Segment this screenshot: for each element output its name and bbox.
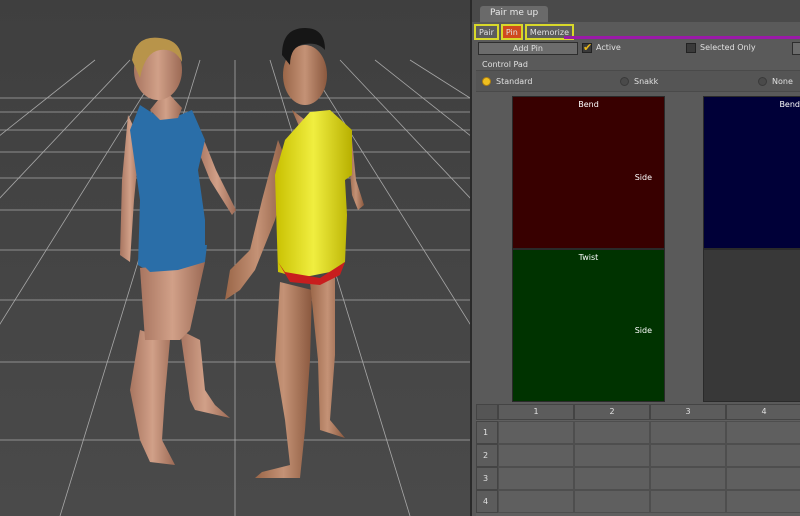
grid-col-header[interactable]: 1 <box>498 404 574 420</box>
grid-cell[interactable] <box>726 490 800 513</box>
grid-col-header[interactable]: 3 <box>650 404 726 420</box>
grid-row-header[interactable]: 1 <box>476 421 498 444</box>
control-pad-options: Standard Snakk None <box>476 70 800 92</box>
control-pad-area: Bend Side Bend Twist Side <box>476 94 800 402</box>
grid-cell[interactable] <box>726 421 800 444</box>
grid-row-header[interactable]: 4 <box>476 490 498 513</box>
mode-pin-button[interactable]: Pin <box>500 24 523 40</box>
add-pin-button[interactable]: Add Pin <box>478 42 578 55</box>
toolbar-extra-button[interactable] <box>792 42 800 55</box>
grid-cell[interactable] <box>650 467 726 490</box>
mode-pair-button[interactable]: Pair <box>474 24 499 40</box>
grid-cell[interactable] <box>498 467 574 490</box>
female-figure <box>120 37 236 465</box>
radio-standard[interactable] <box>482 77 491 86</box>
pair-me-up-panel: Pair me up Pair Pin Memorize Add Pin Act… <box>470 0 800 516</box>
3d-viewport[interactable] <box>0 0 470 516</box>
side-label-2: Side <box>634 326 652 335</box>
grid-row-header[interactable]: 3 <box>476 467 498 490</box>
grid-cell[interactable] <box>726 444 800 467</box>
radio-none-label: None <box>772 77 793 86</box>
side-label: Side <box>634 173 652 182</box>
bend-label-2: Bend <box>779 100 800 109</box>
twist-side-pad[interactable]: Twist Side <box>512 249 665 402</box>
viewport-scene <box>0 28 470 516</box>
accent-line <box>564 36 800 39</box>
pane-tab-bar: Pair me up <box>472 0 800 22</box>
mode-buttons: Pair Pin Memorize <box>474 24 576 40</box>
pin-toolbar: Add Pin Active Selected Only <box>474 41 800 56</box>
radio-snakk[interactable] <box>620 77 629 86</box>
bend-pad-2[interactable]: Bend <box>703 96 800 249</box>
active-label: Active <box>596 43 621 52</box>
grid-cell[interactable] <box>574 421 650 444</box>
twist-label: Twist <box>578 253 599 262</box>
empty-pad[interactable] <box>703 249 800 402</box>
pane-tab-pair-me-up[interactable]: Pair me up <box>480 6 549 22</box>
grid-cell[interactable] <box>650 421 726 444</box>
grid-cell[interactable] <box>574 490 650 513</box>
grid-cell[interactable] <box>574 467 650 490</box>
grid-cell[interactable] <box>650 444 726 467</box>
radio-standard-label: Standard <box>496 77 533 86</box>
grid-cell[interactable] <box>650 490 726 513</box>
grid-cell[interactable] <box>498 444 574 467</box>
grid-col-header[interactable]: 4 <box>726 404 800 420</box>
selected-only-checkbox[interactable] <box>686 43 696 53</box>
pin-grid: 1 2 3 4 1 2 3 4 <box>476 404 800 516</box>
grid-cell[interactable] <box>574 444 650 467</box>
grid-corner <box>476 404 498 420</box>
radio-snakk-label: Snakk <box>634 77 659 86</box>
grid-col-header[interactable]: 2 <box>574 404 650 420</box>
male-figure <box>225 28 364 478</box>
control-pad-label: Control Pad <box>482 60 528 69</box>
grid-cell[interactable] <box>726 467 800 490</box>
grid-cell[interactable] <box>498 490 574 513</box>
bend-side-pad[interactable]: Bend Side <box>512 96 665 249</box>
active-checkbox[interactable] <box>582 41 592 54</box>
bend-label: Bend <box>578 100 599 109</box>
grid-row-header[interactable]: 2 <box>476 444 498 467</box>
grid-cell[interactable] <box>498 421 574 444</box>
selected-only-label: Selected Only <box>700 43 756 52</box>
radio-none[interactable] <box>758 77 767 86</box>
